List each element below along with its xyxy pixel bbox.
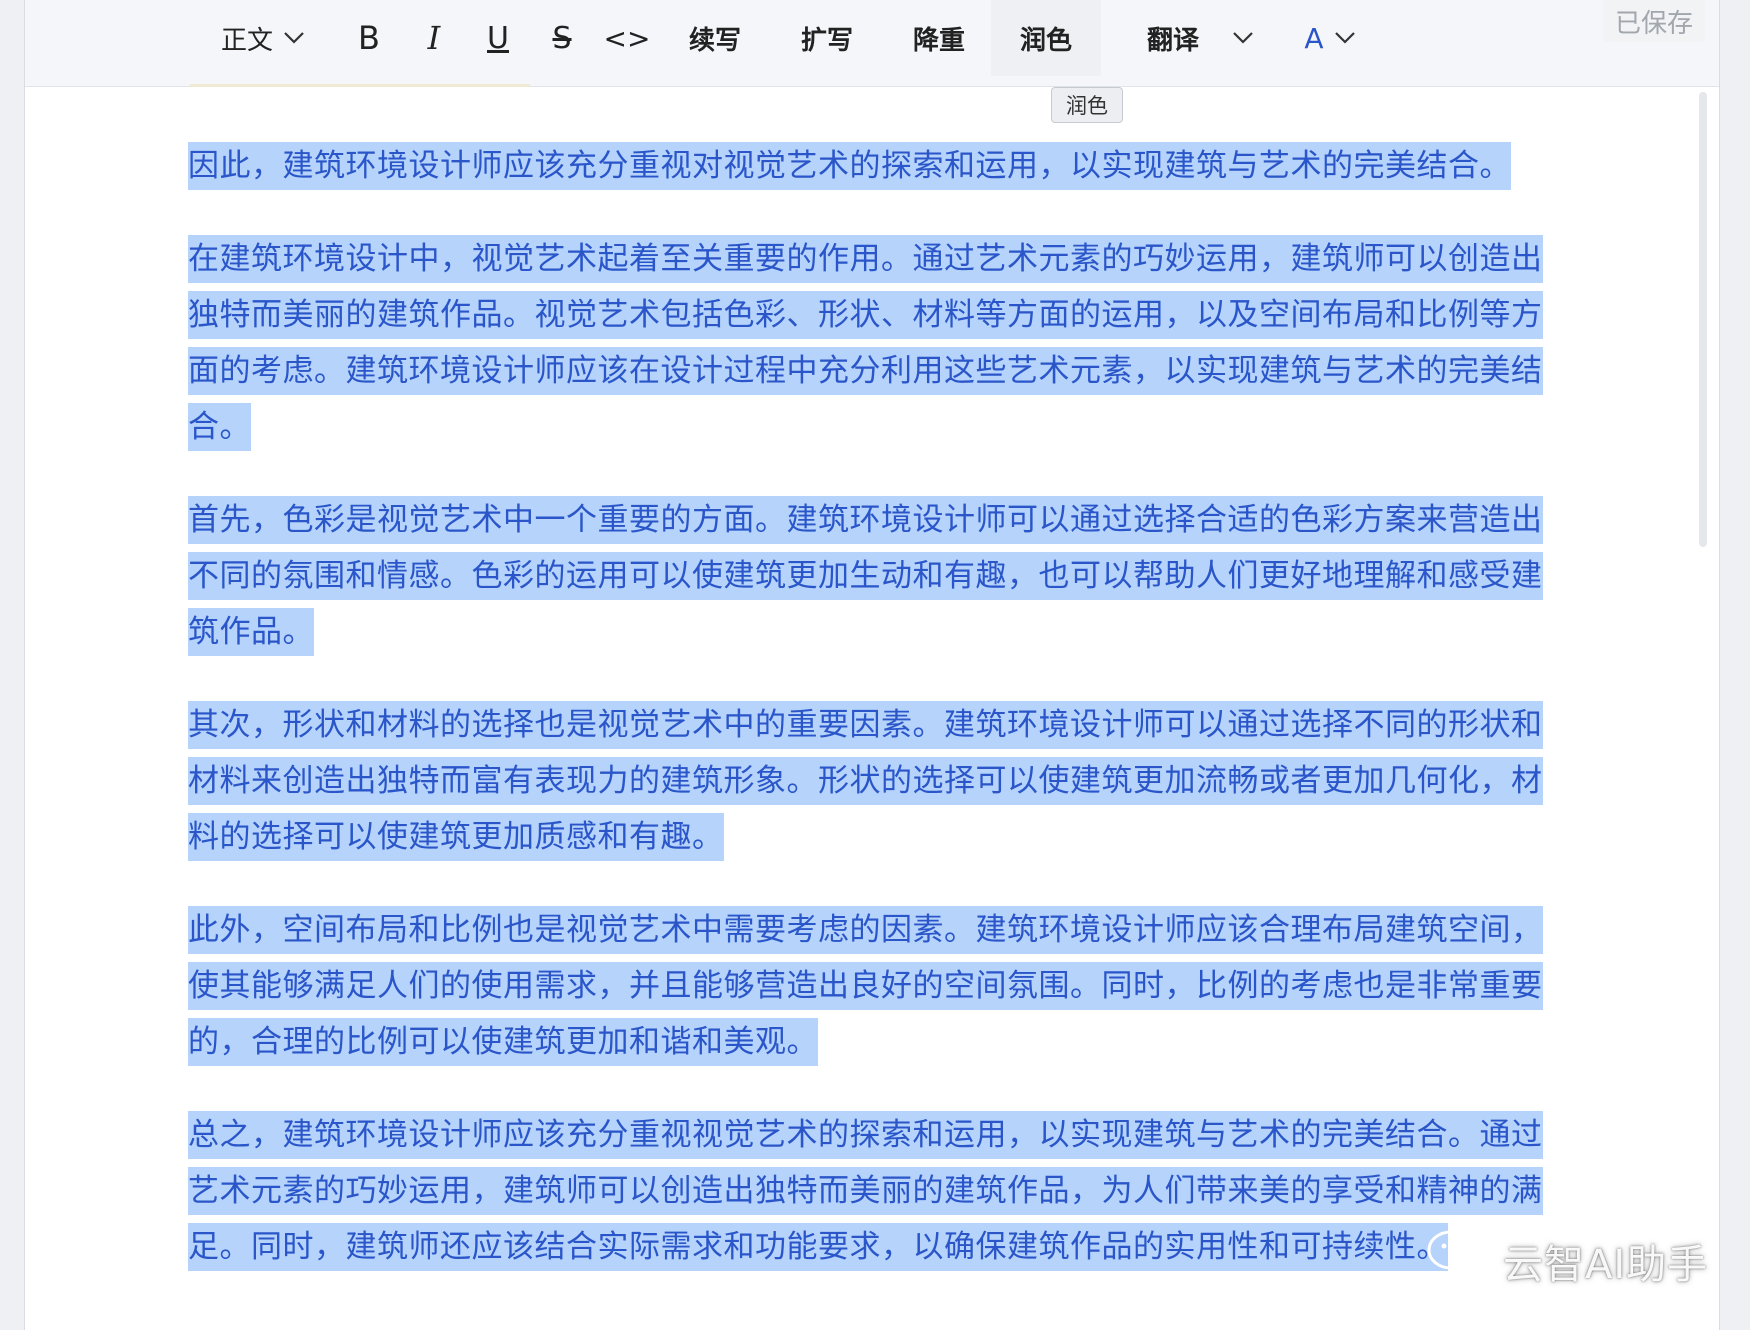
watermark-text: 云智AI助手 [1503, 1242, 1709, 1288]
chevron-down-icon [1334, 31, 1356, 45]
code-icon: <> [603, 21, 651, 55]
expand-label: 扩写 [800, 25, 853, 56]
continue-writing-button[interactable]: 续写 [675, 0, 755, 76]
tooltip: 润色 [1051, 87, 1123, 123]
paragraph[interactable]: 首先，色彩是视觉艺术中一个重要的方面。建筑环境设计师可以通过选择合适的色彩方案来… [188, 492, 1548, 660]
dedup-button[interactable]: 降重 [899, 0, 979, 76]
strikethrough-button[interactable]: S [536, 0, 588, 76]
paragraph-text: 其次，形状和材料的选择也是视觉艺术中的重要因素。建筑环境设计师可以通过选择不同的… [188, 701, 1543, 861]
paragraph[interactable]: 总之，建筑环境设计师应该充分重视视觉艺术的探索和运用，以实现建筑与艺术的完美结合… [188, 1107, 1548, 1275]
paragraph-text: 因此，建筑环境设计师应该充分重视对视觉艺术的探索和运用，以实现建筑与艺术的完美结… [188, 142, 1511, 190]
paragraph[interactable]: 因此，建筑环境设计师应该充分重视对视觉艺术的探索和运用，以实现建筑与艺术的完美结… [188, 138, 1548, 194]
save-status-badge: 已保存 [1602, 0, 1705, 42]
editor-window: 正文 B I U S <> 续写 扩写 降重 润色 翻译 A 已保存 润色 因此… [24, 0, 1720, 1330]
underline-icon: U [487, 20, 509, 56]
paragraph-text: 总之，建筑环境设计师应该充分重视视觉艺术的探索和运用，以实现建筑与艺术的完美结合… [188, 1111, 1543, 1271]
format-toolbar: 正文 B I U S <> 续写 扩写 降重 润色 翻译 A 已保存 [25, 0, 1719, 87]
divider [190, 84, 530, 87]
paragraph-text: 在建筑环境设计中，视觉艺术起着至关重要的作用。通过艺术元素的巧妙运用，建筑师可以… [188, 235, 1543, 451]
polish-button[interactable]: 润色 [991, 0, 1101, 76]
chevron-down-icon [283, 31, 305, 45]
paragraph[interactable]: 其次，形状和材料的选择也是视觉艺术中的重要因素。建筑环境设计师可以通过选择不同的… [188, 697, 1548, 865]
expand-button[interactable]: 扩写 [787, 0, 867, 76]
continue-writing-label: 续写 [688, 25, 741, 56]
paragraph-style-label: 正文 [220, 25, 273, 56]
underline-button[interactable]: U [472, 0, 524, 76]
strikethrough-icon: S [552, 20, 572, 56]
polish-label: 润色 [1019, 25, 1072, 56]
watermark: 云智AI助手 [1425, 1228, 1708, 1294]
paragraph-text: 首先，色彩是视觉艺术中一个重要的方面。建筑环境设计师可以通过选择合适的色彩方案来… [188, 496, 1543, 656]
paragraph[interactable]: 在建筑环境设计中，视觉艺术起着至关重要的作用。通过艺术元素的巧妙运用，建筑师可以… [188, 231, 1548, 455]
paragraph-text: 此外，空间布局和比例也是视觉艺术中需要考虑的因素。建筑环境设计师应该合理布局建筑… [188, 906, 1543, 1066]
paragraph-style-dropdown[interactable]: 正文 [203, 0, 323, 76]
bold-button[interactable]: B [343, 0, 395, 76]
bold-icon: B [358, 19, 380, 57]
font-color-dropdown[interactable]: A [1287, 0, 1373, 76]
paragraph[interactable]: 此外，空间布局和比例也是视觉艺术中需要考虑的因素。建筑环境设计师应该合理布局建筑… [188, 902, 1548, 1070]
dedup-label: 降重 [912, 25, 965, 56]
chevron-down-icon [1232, 31, 1254, 45]
tooltip-text: 润色 [1066, 94, 1108, 118]
translate-dropdown[interactable] [1221, 0, 1265, 76]
document-body[interactable]: 因此，建筑环境设计师应该充分重视对视觉艺术的探索和运用，以实现建筑与艺术的完美结… [188, 138, 1548, 1312]
translate-button[interactable]: 翻译 [1133, 0, 1213, 76]
italic-icon: I [427, 19, 441, 57]
code-button[interactable]: <> [601, 0, 653, 76]
save-status-label: 已保存 [1614, 8, 1693, 39]
scrollbar[interactable] [1699, 92, 1707, 547]
font-color-icon: A [1304, 21, 1324, 55]
translate-label: 翻译 [1146, 25, 1199, 56]
wechat-icon [1425, 1228, 1503, 1294]
italic-button[interactable]: I [408, 0, 460, 76]
